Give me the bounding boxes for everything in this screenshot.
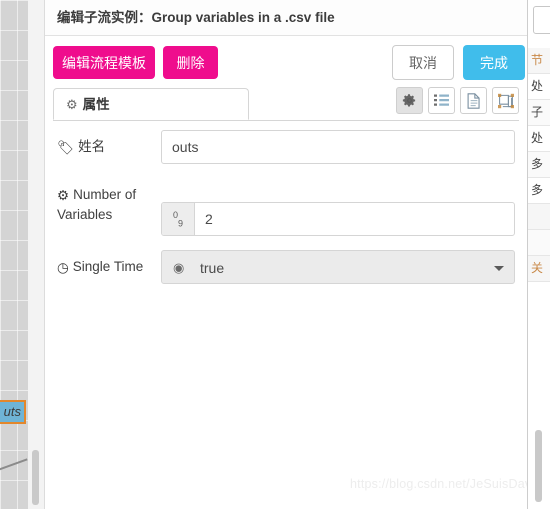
cogs-icon: ⚙	[57, 188, 70, 203]
right-panel-list: 节 处 子 处 多 多 关	[528, 48, 550, 282]
list-view-icon[interactable]	[428, 87, 455, 114]
form-row-name: 🏷 姓名	[57, 130, 515, 164]
gear-icon: ⚙	[66, 97, 78, 112]
canvas-connector-line	[0, 458, 28, 476]
watermark-text: https://blog.csdn.net/JeSuisDavid	[350, 477, 528, 491]
list-item[interactable]	[528, 230, 550, 256]
toggle-icon: ◉	[173, 260, 185, 275]
list-item[interactable]: 多	[528, 178, 550, 204]
form-row-single-time: ◷ Single Time ◉ true	[57, 250, 515, 284]
right-panel-search-box[interactable]	[533, 6, 550, 34]
control-name	[161, 130, 515, 164]
dialog-tab-bar: ⚙ 属性	[53, 87, 519, 121]
workflow-canvas-strip[interactable]: uts	[0, 0, 28, 509]
dialog-action-bar: 编辑流程模板 删除 取消 完成	[45, 35, 527, 90]
label-single-time-text: Single Time	[72, 259, 144, 274]
canvas-scroll-gutter[interactable]	[28, 0, 45, 509]
canvas-node-label: uts	[3, 404, 21, 419]
list-item[interactable]: 处	[528, 126, 550, 152]
delete-button[interactable]: 删除	[163, 46, 218, 79]
document-view-icon[interactable]	[460, 87, 487, 114]
done-button[interactable]: 完成	[463, 45, 525, 80]
number-format-sub: 9	[178, 218, 184, 229]
canvas-scrollbar-thumb[interactable]	[32, 450, 39, 505]
canvas-node-outs[interactable]: uts	[0, 400, 26, 424]
edit-subflow-dialog: 编辑子流实例：Group variables in a .csv file 编辑…	[44, 0, 528, 509]
cancel-button[interactable]: 取消	[392, 45, 454, 80]
list-item[interactable]: 节	[528, 48, 550, 74]
control-number-of-variables: 09	[161, 178, 515, 236]
label-single-time: ◷ Single Time	[57, 250, 161, 277]
label-number-of-variables: ⚙ Number of Variables	[57, 178, 161, 224]
screenshot-root: uts 编辑子流实例：Group variables in a .csv fil…	[0, 0, 550, 509]
number-of-variables-input[interactable]	[195, 203, 514, 235]
single-time-value: true	[200, 260, 225, 276]
control-single-time: ◉ true	[161, 250, 515, 284]
tab-properties[interactable]: ⚙ 属性	[53, 88, 249, 120]
clock-icon: ◷	[57, 260, 69, 275]
right-side-panel: 节 处 子 处 多 多 关	[527, 0, 550, 509]
label-name-text: 姓名	[78, 139, 106, 154]
number-input-group: 09	[161, 202, 515, 236]
chevron-down-icon	[494, 266, 504, 271]
name-input[interactable]	[161, 130, 515, 164]
number-format-icon: 09	[162, 203, 195, 235]
diagram-view-icon[interactable]	[492, 87, 519, 114]
view-mode-button-group	[391, 87, 519, 117]
single-time-select[interactable]: ◉ true	[161, 250, 515, 284]
list-item[interactable]	[528, 204, 550, 230]
label-name: 🏷 姓名	[57, 130, 161, 157]
form-row-number-of-variables: ⚙ Number of Variables 09	[57, 178, 515, 236]
properties-form: 🏷姓名 ⚙Number of Variables 09	[45, 130, 527, 298]
dialog-title: 编辑子流实例：Group variables in a .csv file	[45, 0, 527, 36]
list-item[interactable]: 处	[528, 74, 550, 100]
list-item[interactable]: 关	[528, 256, 550, 282]
tab-properties-label: 属性	[82, 97, 110, 112]
list-item[interactable]: 多	[528, 152, 550, 178]
right-panel-scrollbar-thumb[interactable]	[535, 430, 542, 502]
list-item[interactable]: 子	[528, 100, 550, 126]
edit-process-template-button[interactable]: 编辑流程模板	[53, 46, 155, 79]
properties-view-icon[interactable]	[396, 87, 423, 114]
tag-icon: 🏷	[57, 140, 75, 155]
